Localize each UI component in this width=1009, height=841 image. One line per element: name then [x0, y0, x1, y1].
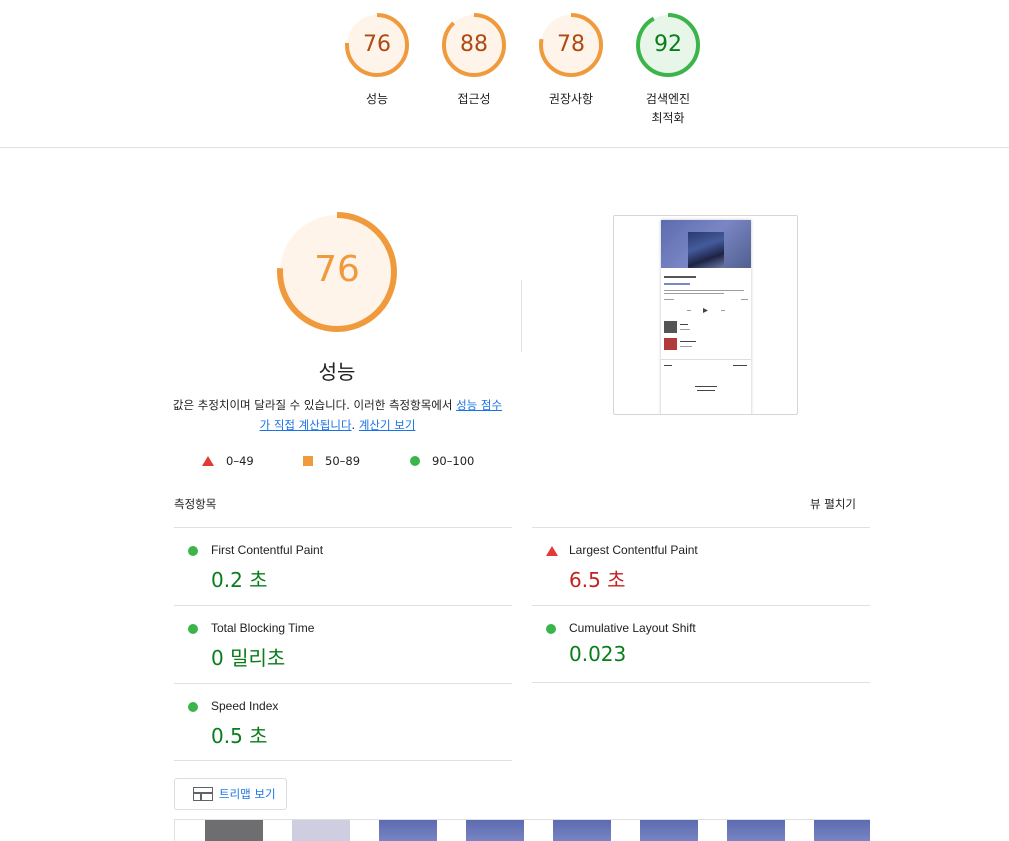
metric-cumulative-layout-shift[interactable]: Cumulative Layout Shift 0.023	[532, 605, 870, 683]
gauge-score: 78	[557, 32, 585, 57]
legend-average: 50–89	[303, 452, 360, 470]
square-icon	[303, 456, 313, 466]
metric-name: Speed Index	[211, 699, 279, 713]
treemap-icon	[193, 787, 213, 801]
category-gauges: 76 성능 88 접근성 78 권장사항 92 검색엔진 최적화	[0, 0, 1009, 148]
metric-value: 0.5 초	[211, 724, 268, 748]
gauge-score: 92	[654, 32, 682, 57]
legend-range: 0–49	[226, 454, 254, 468]
treemap-label: 트리맵 보기	[219, 787, 276, 801]
legend-range: 90–100	[432, 454, 475, 468]
filmstrip	[174, 819, 870, 841]
metric-name: Cumulative Layout Shift	[569, 621, 696, 635]
metric-divider	[174, 760, 512, 761]
gauge-label: 접근성	[457, 92, 491, 106]
metric-name: Largest Contentful Paint	[569, 543, 698, 557]
gauge-score: 76	[363, 32, 391, 57]
performance-description: 값은 추정치이며 달라질 수 있습니다. 이러한 측정항목에서 성능 점수가 직…	[170, 395, 505, 435]
legend-pass: 90–100	[410, 452, 474, 470]
triangle-icon	[202, 456, 214, 466]
gauge-seo[interactable]: 92 검색엔진 최적화	[628, 12, 708, 128]
pass-circle-icon	[188, 624, 198, 634]
gauge-label: 성능	[365, 92, 389, 106]
metric-value: 0 밀리초	[211, 646, 286, 670]
gauge-best-practices[interactable]: 78 권장사항	[531, 12, 611, 109]
metric-name: First Contentful Paint	[211, 543, 324, 557]
expand-view-toggle[interactable]: 뷰 펼치기	[810, 496, 856, 512]
gauge-score: 88	[460, 32, 488, 57]
metric-divider	[532, 682, 870, 683]
filmstrip-frame	[553, 820, 611, 841]
filmstrip-frame	[379, 820, 437, 841]
score-legend: 0–49 50–89 90–100	[0, 452, 1009, 472]
calculator-link[interactable]: 계산기 보기	[359, 418, 416, 432]
legend-fail: 0–49	[202, 452, 254, 470]
filmstrip-frame	[292, 820, 350, 841]
gauge-label: 검색엔진 최적화	[645, 92, 691, 125]
performance-gauge: 76	[275, 210, 399, 334]
final-screenshot[interactable]	[613, 215, 798, 415]
album-art-image	[688, 232, 724, 268]
legend-range: 50–89	[325, 454, 361, 468]
filmstrip-frame	[814, 820, 870, 841]
metric-value: 0.2 초	[211, 568, 268, 592]
description-separator: .	[351, 418, 359, 432]
performance-score: 76	[314, 249, 360, 290]
filmstrip-frame	[727, 820, 785, 841]
performance-title: 성능	[318, 360, 356, 384]
metric-value: 0.023	[569, 642, 627, 666]
vertical-divider	[521, 280, 522, 352]
metric-total-blocking-time[interactable]: Total Blocking Time 0 밀리초	[174, 605, 512, 683]
gauge-performance[interactable]: 76 성능	[337, 12, 417, 109]
metric-first-contentful-paint[interactable]: First Contentful Paint 0.2 초	[174, 527, 512, 605]
circle-icon	[410, 456, 420, 466]
gauge-accessibility[interactable]: 88 접근성	[434, 12, 514, 109]
pass-circle-icon	[188, 702, 198, 712]
filmstrip-frame	[466, 820, 524, 841]
metric-name: Total Blocking Time	[211, 621, 315, 635]
view-treemap-button[interactable]: 트리맵 보기	[174, 778, 287, 810]
metric-value: 6.5 초	[569, 568, 626, 592]
page-preview	[661, 220, 751, 414]
description-text: 값은 추정치이며 달라질 수 있습니다. 이러한 측정항목에서	[172, 398, 457, 412]
filmstrip-frame	[205, 820, 263, 841]
gauge-label: 권장사항	[548, 92, 594, 106]
fail-triangle-icon	[546, 546, 558, 556]
pass-circle-icon	[546, 624, 556, 634]
metrics-header: 측정항목 뷰 펼치기	[174, 496, 870, 516]
metric-speed-index[interactable]: Speed Index 0.5 초	[174, 683, 512, 761]
metric-largest-contentful-paint[interactable]: Largest Contentful Paint 6.5 초	[532, 527, 870, 605]
metrics-title: 측정항목	[174, 497, 217, 511]
filmstrip-frame	[640, 820, 698, 841]
pass-circle-icon	[188, 546, 198, 556]
